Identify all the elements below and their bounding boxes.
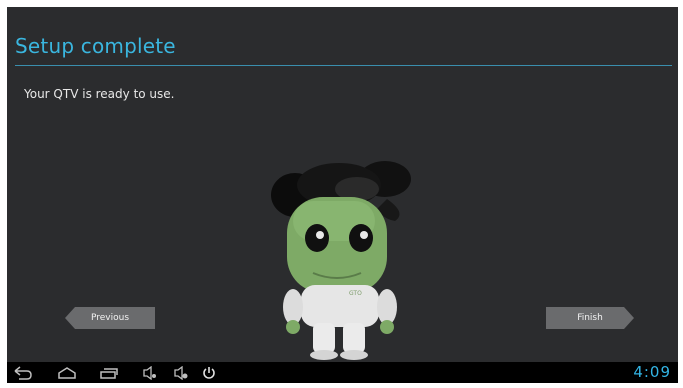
shirt-logo: GTO [349, 290, 362, 297]
power-icon[interactable] [199, 365, 219, 380]
volume-down-icon[interactable] [140, 365, 160, 380]
status-clock: 4:09 [633, 363, 671, 381]
title-divider [15, 65, 672, 66]
system-navigation-bar: 4:09 [7, 362, 678, 383]
back-icon[interactable] [13, 365, 33, 380]
volume-up-icon[interactable] [171, 365, 191, 380]
setup-screen: Setup complete Your QTV is ready to use.… [7, 7, 678, 383]
recent-apps-icon[interactable] [99, 365, 119, 380]
ready-message: Your QTV is ready to use. [24, 87, 175, 101]
finish-button-label: Finish [577, 313, 603, 323]
finish-button[interactable]: Finish [546, 307, 634, 329]
mascot-illustration: GTO [271, 161, 411, 360]
previous-button-label: Previous [90, 313, 130, 323]
page-title: Setup complete [15, 34, 176, 58]
previous-button[interactable]: Previous [65, 307, 155, 329]
home-icon[interactable] [57, 365, 77, 380]
